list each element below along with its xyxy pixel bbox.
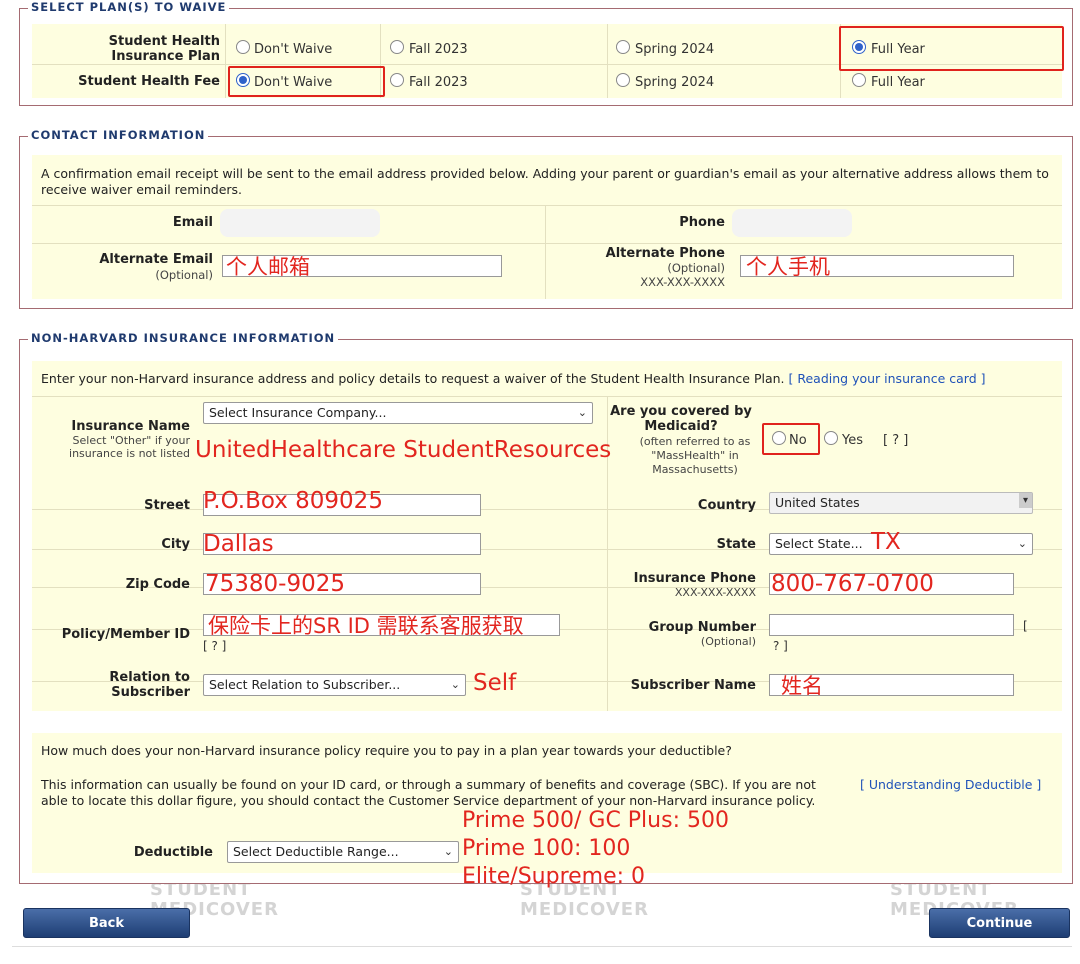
deductible-question: How much does your non-Harvard insurance… bbox=[41, 743, 732, 758]
chevron-down-icon: ⌄ bbox=[450, 678, 460, 691]
reading-card-link[interactable]: [ Reading your insurance card ] bbox=[789, 371, 986, 386]
relation-annotation: Self bbox=[473, 670, 517, 696]
policy-label: Policy/Member ID bbox=[61, 627, 190, 642]
plan-section: SELECT PLAN(S) TO WAIVE Student Health I… bbox=[19, 0, 1073, 106]
shi-fall-label: Fall 2023 bbox=[409, 42, 468, 57]
contact-legend: CONTACT INFORMATION bbox=[28, 128, 209, 142]
shi-plan-label: Student Health Insurance Plan bbox=[108, 34, 220, 64]
deductible-select[interactable]: Select Deductible Range... ⌄ bbox=[227, 841, 459, 863]
insurance-company-select-text: Select Insurance Company... bbox=[209, 405, 387, 420]
insurance-section: NON-HARVARD INSURANCE INFORMATION Enter … bbox=[19, 331, 1073, 889]
medicaid-yes-radio[interactable] bbox=[824, 431, 838, 445]
street-annotation: P.O.Box 809025 bbox=[203, 488, 383, 514]
street-label: Street bbox=[144, 498, 190, 513]
relation-select[interactable]: Select Relation to Subscriber... ⌄ bbox=[203, 674, 466, 696]
shi-dont-waive-label: Don't Waive bbox=[254, 42, 333, 57]
zip-annotation: 75380-9025 bbox=[205, 571, 345, 597]
deductible-note: Prime 100: 100 bbox=[462, 836, 631, 861]
deductible-label: Deductible bbox=[133, 845, 213, 860]
shf-fall-radio[interactable] bbox=[390, 73, 404, 87]
insurance-phone-format: XXX-XXX-XXXX bbox=[674, 586, 756, 599]
state-annotation: TX bbox=[871, 529, 901, 555]
group-number-hint: (Optional) bbox=[700, 635, 756, 648]
country-label: Country bbox=[697, 498, 756, 513]
shi-spring-radio[interactable] bbox=[616, 40, 630, 54]
shf-label: Student Health Fee bbox=[78, 74, 220, 89]
continue-button[interactable]: Continue bbox=[929, 908, 1070, 938]
alt-email-hint: (Optional) bbox=[155, 268, 213, 282]
chevron-down-icon: ⌄ bbox=[577, 406, 587, 419]
chevron-down-icon: ⌄ bbox=[443, 845, 453, 858]
subscriber-name-label: Subscriber Name bbox=[630, 678, 756, 693]
chevron-down-icon: ⌄ bbox=[1017, 537, 1027, 550]
insurance-intro: Enter your non-Harvard insurance address… bbox=[41, 371, 986, 386]
alt-phone-annotation: 个人手机 bbox=[746, 255, 830, 279]
contact-section: CONTACT INFORMATION A confirmation email… bbox=[19, 128, 1073, 309]
medicaid-yes-label: Yes bbox=[842, 433, 863, 448]
understanding-deductible-link[interactable]: [ Understanding Deductible ] bbox=[860, 777, 1041, 793]
dont-waive-highlight bbox=[228, 66, 385, 97]
shf-spring-radio[interactable] bbox=[616, 73, 630, 87]
shi-fall-radio[interactable] bbox=[390, 40, 404, 54]
policy-annotation: 保险卡上的SR ID 需联系客服获取 bbox=[208, 614, 524, 638]
insurance-name-annotation: UnitedHealthcare StudentResources bbox=[195, 437, 612, 463]
deductible-select-text: Select Deductible Range... bbox=[233, 844, 399, 859]
alt-phone-hint: (Optional) bbox=[667, 261, 725, 275]
email-value-redacted bbox=[220, 209, 380, 237]
phone-label: Phone bbox=[679, 215, 725, 230]
full-year-highlight bbox=[839, 26, 1064, 71]
medicaid-no-highlight bbox=[762, 423, 820, 455]
medicaid-help-link[interactable]: [ ? ] bbox=[883, 433, 908, 448]
deductible-note: Prime 500/ GC Plus: 500 bbox=[462, 808, 729, 833]
relation-select-text: Select Relation to Subscriber... bbox=[209, 677, 401, 692]
insurance-phone-label: Insurance Phone bbox=[633, 571, 756, 586]
group-help-open: [ bbox=[1023, 619, 1028, 633]
country-select-text: United States bbox=[775, 495, 860, 510]
zip-label: Zip Code bbox=[125, 577, 190, 592]
shi-spring-label: Spring 2024 bbox=[635, 42, 715, 57]
medicaid-label: Are you covered by Medicaid? bbox=[610, 404, 752, 434]
email-label: Email bbox=[172, 215, 213, 230]
alt-email-annotation: 个人邮箱 bbox=[226, 255, 310, 279]
state-select-text: Select State... bbox=[775, 536, 863, 551]
deductible-annotation: Prime 500/ GC Plus: 500 Prime 100: 100 E… bbox=[462, 807, 729, 891]
policy-help-link[interactable]: [ ? ] bbox=[203, 639, 226, 653]
plan-legend: SELECT PLAN(S) TO WAIVE bbox=[28, 0, 230, 14]
group-number-label: Group Number bbox=[648, 620, 756, 635]
city-annotation: Dallas bbox=[203, 531, 274, 557]
group-help-link[interactable]: ? ] bbox=[773, 639, 788, 653]
phone-value-redacted bbox=[732, 209, 852, 237]
shf-fall-label: Fall 2023 bbox=[409, 75, 468, 90]
insurance-legend: NON-HARVARD INSURANCE INFORMATION bbox=[28, 331, 339, 345]
shf-full-year-radio[interactable] bbox=[852, 73, 866, 87]
caret-down-icon: ▾ bbox=[1018, 493, 1032, 508]
back-button[interactable]: Back bbox=[23, 908, 190, 938]
state-label: State bbox=[716, 537, 756, 552]
city-label: City bbox=[161, 537, 190, 552]
alt-email-label: Alternate Email bbox=[99, 252, 213, 267]
insurance-name-hint: Select "Other" if your insurance is not … bbox=[69, 434, 190, 460]
alt-phone-label: Alternate Phone bbox=[605, 246, 725, 261]
state-select[interactable]: Select State... ⌄ bbox=[769, 533, 1033, 555]
subscriber-name-annotation: 姓名 bbox=[781, 674, 823, 698]
relation-label: Relation to Subscriber bbox=[109, 670, 190, 700]
insurance-name-label: Insurance Name bbox=[71, 419, 190, 434]
insurance-phone-annotation: 800-767-0700 bbox=[771, 571, 934, 597]
shf-full-year-label: Full Year bbox=[871, 75, 925, 90]
country-select[interactable]: United States ▾ bbox=[769, 492, 1033, 514]
medicaid-hint: (often referred to as "MassHealth" in Ma… bbox=[639, 435, 751, 476]
shi-dont-waive-radio[interactable] bbox=[236, 40, 250, 54]
footer-divider bbox=[12, 946, 1072, 947]
contact-intro: A confirmation email receipt will be sen… bbox=[41, 166, 1049, 197]
deductible-info: This information can usually be found on… bbox=[41, 777, 816, 808]
shf-spring-label: Spring 2024 bbox=[635, 75, 715, 90]
insurance-company-select[interactable]: Select Insurance Company... ⌄ bbox=[203, 402, 593, 424]
alt-phone-format: XXX-XXX-XXXX bbox=[640, 275, 725, 289]
deductible-note: Elite/Supreme: 0 bbox=[462, 864, 646, 889]
group-number-input[interactable] bbox=[769, 614, 1014, 636]
